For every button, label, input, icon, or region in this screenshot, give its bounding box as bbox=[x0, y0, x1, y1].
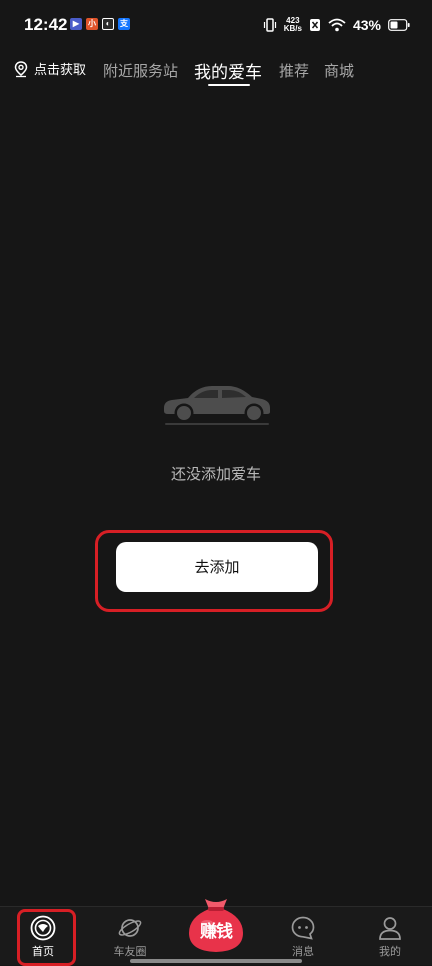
xiaohongshu-app-icon: 小 bbox=[86, 18, 98, 30]
planet-icon bbox=[118, 919, 142, 937]
location-button[interactable]: 点击获取 bbox=[12, 59, 86, 78]
empty-state-message: 还没添加爱车 bbox=[170, 465, 261, 483]
tab-recommend[interactable]: 推荐 bbox=[279, 60, 309, 81]
play-app-icon: ▶ bbox=[70, 18, 82, 30]
bottom-nav-car-circle[interactable]: 车友圈 bbox=[100, 915, 160, 959]
bottom-nav-car-circle-label: 车友圈 bbox=[113, 945, 147, 958]
bottom-nav-messages[interactable]: 消息 bbox=[273, 915, 333, 959]
sim-off-icon bbox=[309, 19, 320, 31]
add-car-button[interactable]: 去添加 bbox=[116, 542, 318, 592]
earn-money-button[interactable]: 赚钱 bbox=[185, 895, 247, 955]
status-time: 12:42 bbox=[24, 15, 68, 34]
tab-nearby-service[interactable]: 附近服务站 bbox=[103, 60, 178, 81]
wifi-icon bbox=[328, 18, 346, 32]
bottom-nav-me[interactable]: 我的 bbox=[360, 915, 420, 959]
notification-icons: ▶ 小 ◐ 支 bbox=[70, 18, 130, 30]
earn-money-label: 赚钱 bbox=[200, 922, 233, 942]
top-nav: 点击获取 附近服务站 我的爱车 推荐 商城 bbox=[0, 52, 432, 92]
net-speed-unit: KB/s bbox=[283, 24, 302, 33]
car-illustration-icon bbox=[164, 386, 270, 425]
person-icon bbox=[379, 917, 401, 940]
tab-my-car[interactable]: 我的爱车 bbox=[194, 58, 262, 83]
highlight-home-tab bbox=[17, 909, 76, 966]
chat-bubble-icon bbox=[291, 916, 315, 940]
net-speed: 423 KB/s bbox=[284, 17, 302, 33]
location-pin-icon bbox=[14, 60, 28, 77]
location-label: 点击获取 bbox=[34, 63, 87, 78]
tab-mall[interactable]: 商城 bbox=[324, 60, 354, 81]
status-bar: 12:42 ▶ 小 ◐ 支 423 KB/s 43% bbox=[0, 0, 432, 50]
active-tab-indicator bbox=[208, 84, 250, 86]
home-indicator[interactable] bbox=[130, 959, 302, 963]
weibo-app-icon: ◐ bbox=[102, 18, 114, 30]
battery-percent: 43% bbox=[352, 17, 381, 33]
alipay-app-icon: 支 bbox=[118, 18, 130, 30]
bottom-nav-messages-label: 消息 bbox=[292, 945, 314, 958]
status-right: 423 KB/s 43% bbox=[263, 15, 410, 35]
vibrate-icon bbox=[263, 18, 276, 32]
bottom-nav-me-label: 我的 bbox=[379, 945, 401, 958]
battery-icon bbox=[388, 19, 410, 31]
